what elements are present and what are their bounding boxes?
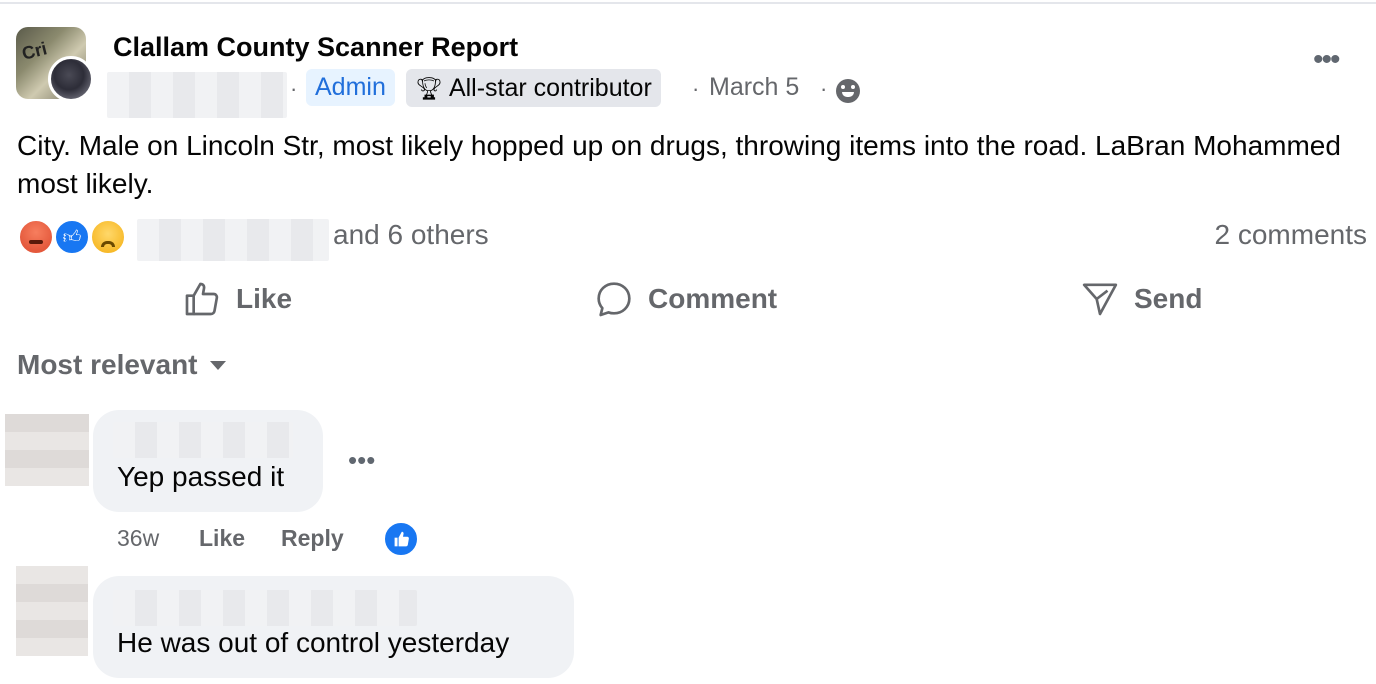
post-date-link[interactable]: March 5	[709, 73, 799, 102]
thumbs-up-icon	[185, 282, 219, 316]
thumbs-up-glyph-icon	[394, 531, 409, 547]
post-text: City. Male on Lincoln Str, most likely h…	[17, 130, 1341, 199]
reactor-names-redacted[interactable]	[137, 219, 329, 261]
comment-sort-dropdown[interactable]: Most relevant	[17, 349, 226, 381]
like-button-label: Like	[236, 283, 293, 314]
comments-count-link[interactable]: 2 comments	[1215, 219, 1368, 251]
commenter-avatar-redacted[interactable]	[5, 414, 89, 486]
comment-text: He was out of control yesterday	[117, 627, 510, 658]
comment-reply-button[interactable]: Reply	[281, 525, 344, 552]
commenter-name-redacted[interactable]	[113, 590, 417, 626]
comment-button[interactable]: Comment	[594, 276, 777, 322]
send-button[interactable]: Send	[1080, 276, 1202, 322]
allstar-badge-label: All-star contributor	[448, 74, 652, 102]
separator-dot: ·	[692, 76, 700, 101]
more-options-icon[interactable]: •••	[1313, 45, 1340, 75]
trophy-icon: 🏆︎	[415, 76, 443, 101]
comment-bubble-icon	[597, 282, 631, 317]
group-name-link[interactable]: Clallam County Scanner Report	[113, 32, 518, 63]
send-icon	[1082, 283, 1118, 316]
send-button-label: Send	[1134, 283, 1203, 314]
separator-dot: ·	[820, 76, 828, 101]
reactions-summary[interactable]: 👍︎	[18, 219, 130, 257]
sad-reaction-icon	[90, 219, 126, 255]
group-audience-icon[interactable]	[836, 79, 860, 103]
comment-button-label: Comment	[648, 283, 778, 314]
reactors-count[interactable]: and 6 others	[333, 219, 489, 251]
commenter-name-redacted[interactable]	[113, 422, 293, 458]
group-avatar-logo: Cri	[19, 38, 49, 64]
like-reaction-icon: 👍︎	[54, 219, 90, 255]
comment-like-button[interactable]: Like	[199, 525, 245, 552]
caret-down-icon	[209, 361, 226, 370]
like-button[interactable]: Like	[182, 276, 292, 322]
comment-timestamp[interactable]: 36w	[117, 525, 159, 552]
commenter-avatar-redacted[interactable]	[16, 566, 88, 656]
comment-sort-label: Most relevant	[17, 349, 198, 380]
angry-reaction-icon	[18, 219, 54, 255]
separator-dot: ·	[290, 76, 298, 101]
top-divider	[0, 2, 1376, 4]
comment-like-reaction-icon[interactable]	[383, 521, 419, 557]
author-avatar[interactable]	[48, 56, 94, 102]
comment-more-icon[interactable]: •••	[348, 447, 375, 473]
comment-text: Yep passed it	[117, 461, 285, 492]
admin-badge[interactable]: Admin	[306, 69, 395, 106]
allstar-badge[interactable]: 🏆︎ All-star contributor	[406, 69, 661, 107]
author-name-redacted[interactable]	[107, 72, 287, 118]
